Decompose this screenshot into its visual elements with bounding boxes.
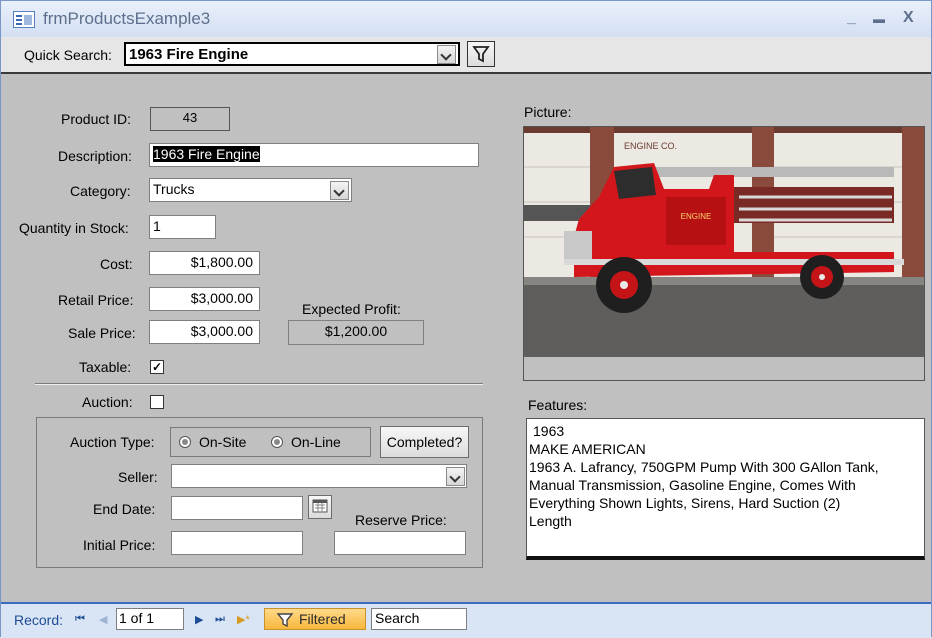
- category-label: Category:: [70, 183, 131, 199]
- features-line: Everything Shown Lights, Sirens, Hard Su…: [529, 495, 841, 511]
- product-picture: ENGINE ENGINE CO.: [523, 126, 925, 381]
- calendar-icon: [312, 499, 328, 513]
- record-position-field[interactable]: 1 of 1: [116, 608, 184, 630]
- features-line: MAKE AMERICAN: [529, 441, 646, 457]
- description-field[interactable]: 1963 Fire Engine: [149, 143, 479, 167]
- reserve-price-label: Reserve Price:: [355, 512, 447, 528]
- on-site-label: On-Site: [199, 434, 247, 450]
- quick-search-combo[interactable]: 1963 Fire Engine: [124, 42, 460, 66]
- last-record-icon[interactable]: ⏭: [215, 613, 225, 626]
- sale-price-label: Sale Price:: [68, 325, 136, 341]
- seller-combo[interactable]: [171, 464, 467, 488]
- seller-dropdown-icon[interactable]: [446, 467, 465, 486]
- quick-search-dropdown-icon[interactable]: [437, 45, 456, 64]
- sale-price-field[interactable]: $3,000.00: [149, 320, 260, 344]
- taxable-label: Taxable:: [79, 359, 132, 375]
- features-line: 1963: [533, 423, 565, 439]
- reserve-price-field[interactable]: [334, 531, 466, 555]
- quick-search-label: Quick Search:: [24, 47, 112, 63]
- features-line: 1963 A. Lafrancy, 750GPM Pump With 300 G…: [529, 459, 879, 475]
- record-label: Record:: [14, 612, 64, 628]
- form-window: frmProductsExample3 _ ▬ X Quick Search: …: [0, 0, 932, 638]
- title-bar: frmProductsExample3 _ ▬ X: [1, 1, 931, 38]
- end-date-label: End Date:: [93, 501, 156, 517]
- maximize-button[interactable]: ▬: [873, 12, 885, 26]
- expected-profit-label: Expected Profit:: [302, 301, 401, 317]
- on-site-radio[interactable]: [179, 436, 191, 448]
- quick-search-bar: Quick Search: 1963 Fire Engine: [1, 37, 931, 74]
- record-navigation-bar: Record: ⏮ ◀ 1 of 1 ▶ ⏭ ▶* Filtered Searc…: [1, 602, 931, 638]
- end-date-field[interactable]: [171, 496, 303, 520]
- taxable-checkbox[interactable]: ✓: [150, 360, 164, 374]
- retail-price-field[interactable]: $3,000.00: [149, 287, 260, 311]
- product-id-field[interactable]: 43: [150, 107, 230, 131]
- on-line-radio[interactable]: [271, 436, 283, 448]
- funnel-icon: [472, 46, 490, 63]
- completed-button[interactable]: Completed?: [380, 426, 469, 458]
- features-label: Features:: [528, 397, 588, 413]
- features-textbox[interactable]: 1963 MAKE AMERICAN 1963 A. Lafrancy, 750…: [526, 418, 925, 560]
- station-door-text: ENGINE CO.: [624, 141, 677, 151]
- filter-button[interactable]: [467, 41, 495, 67]
- next-record-icon[interactable]: ▶: [195, 613, 203, 626]
- quantity-field[interactable]: 1: [149, 215, 216, 239]
- first-record-icon[interactable]: ⏮: [75, 613, 85, 626]
- initial-price-field[interactable]: [171, 531, 303, 555]
- category-combo[interactable]: Trucks: [149, 178, 352, 202]
- option-on-site[interactable]: On-Site: [179, 434, 246, 450]
- auction-checkbox[interactable]: [150, 395, 164, 409]
- expected-profit-field: $1,200.00: [288, 320, 424, 345]
- fire-engine-image: ENGINE ENGINE CO.: [524, 127, 924, 357]
- retail-price-label: Retail Price:: [58, 292, 134, 308]
- date-picker-button[interactable]: [308, 495, 332, 519]
- window-title: frmProductsExample3: [43, 9, 211, 28]
- truck-door-text: ENGINE: [681, 212, 712, 221]
- filtered-toggle-button[interactable]: Filtered: [264, 608, 366, 630]
- on-line-label: On-Line: [291, 434, 341, 450]
- filtered-label: Filtered: [299, 611, 346, 627]
- cost-label: Cost:: [100, 256, 133, 272]
- cost-field[interactable]: $1,800.00: [149, 251, 260, 275]
- description-label: Description:: [58, 148, 132, 164]
- section-divider: [35, 383, 483, 385]
- seller-label: Seller:: [118, 469, 158, 485]
- initial-price-label: Initial Price:: [83, 537, 156, 553]
- description-selected-text: 1963 Fire Engine: [153, 146, 260, 162]
- close-button[interactable]: X: [903, 9, 914, 27]
- auction-label: Auction:: [82, 394, 133, 410]
- minimize-button[interactable]: _: [847, 9, 856, 27]
- product-id-label: Product ID:: [61, 111, 132, 127]
- picture-label: Picture:: [524, 104, 572, 120]
- auction-type-label: Auction Type:: [70, 434, 155, 450]
- quantity-label: Quantity in Stock:: [19, 220, 129, 236]
- form-icon: [13, 11, 35, 28]
- option-on-line[interactable]: On-Line: [271, 434, 341, 450]
- category-dropdown-icon[interactable]: [330, 181, 349, 200]
- previous-record-icon[interactable]: ◀: [99, 613, 107, 626]
- features-line: Length: [529, 513, 572, 529]
- features-line: Manual Transmission, Gasoline Engine, Co…: [529, 477, 856, 493]
- search-box[interactable]: Search: [371, 608, 467, 630]
- new-record-icon[interactable]: ▶*: [237, 613, 250, 626]
- funnel-icon: [276, 613, 294, 628]
